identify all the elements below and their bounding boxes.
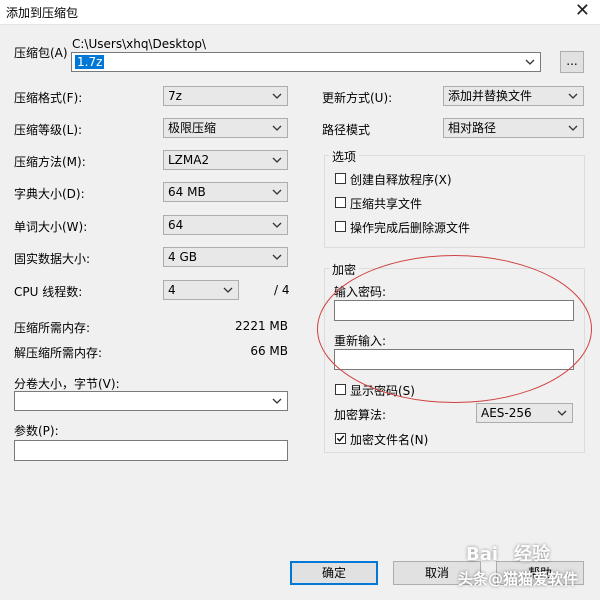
jingyan-text: 经验 [514, 544, 551, 565]
method-label: 压缩方法(M): [14, 155, 86, 169]
decompress-memory-label: 解压缩所需内存: [14, 346, 103, 360]
chevron-down-icon[interactable] [524, 53, 536, 71]
close-icon[interactable]: ✕ [575, 1, 590, 21]
chevron-down-icon [271, 151, 283, 169]
archive-name-value: 1.7z [75, 55, 105, 69]
encrypt-names-checkbox[interactable] [335, 433, 346, 444]
cpu-value: 4 [168, 283, 176, 297]
show-password-checkbox[interactable] [335, 384, 346, 395]
archive-name-combo[interactable]: 1.7z [71, 52, 541, 72]
delete-after-label: 操作完成后删除源文件 [350, 221, 471, 235]
encrypt-names-label: 加密文件名(N) [350, 433, 429, 447]
update-label: 更新方式(U): [322, 91, 393, 105]
window-title: 添加到压缩包 [6, 6, 79, 20]
encryption-title: 加密 [329, 261, 360, 278]
chevron-down-icon [271, 119, 283, 137]
split-select[interactable] [14, 391, 288, 411]
chevron-down-icon [222, 281, 234, 299]
split-label: 分卷大小，字节(V): [14, 377, 120, 391]
level-label: 压缩等级(L): [14, 123, 83, 137]
baidu-watermark: Bai 经验 [466, 540, 550, 566]
method-select[interactable]: LZMA2 [163, 150, 288, 170]
encryption-method-select[interactable]: AES-256 [476, 403, 573, 423]
delete-after-checkbox[interactable] [335, 221, 346, 232]
baidu-text: Bai [466, 544, 499, 565]
title-bar [0, 0, 600, 25]
format-label: 压缩格式(F): [14, 91, 83, 105]
solid-size-select[interactable]: 4 GB [163, 247, 288, 267]
params-label: 参数(P): [14, 424, 59, 438]
format-value: 7z [168, 89, 182, 103]
browse-button[interactable]: ... [560, 51, 584, 73]
word-size-select[interactable]: 64 [163, 215, 288, 235]
pathmode-value: 相对路径 [448, 121, 497, 135]
ok-button[interactable]: 确定 [290, 561, 378, 585]
cpu-select[interactable]: 4 [163, 280, 239, 300]
compress-memory-value: 2221 MB [235, 319, 288, 333]
sfx-checkbox[interactable] [335, 173, 346, 184]
encryption-method-label: 加密算法: [334, 408, 387, 422]
params-input[interactable] [14, 440, 288, 461]
author-watermark: 头条@猫猫爱软件 [458, 570, 579, 588]
compress-memory-label: 压缩所需内存: [14, 321, 91, 335]
pathmode-select[interactable]: 相对路径 [443, 118, 584, 138]
encryption-method-value: AES-256 [481, 406, 532, 420]
chevron-down-icon [567, 119, 579, 137]
annotation-ellipse [317, 255, 592, 403]
decompress-memory-value: 66 MB [250, 344, 288, 358]
dictionary-select[interactable]: 64 MB [163, 182, 288, 202]
update-value: 添加并替换文件 [448, 89, 533, 103]
method-value: LZMA2 [168, 153, 210, 167]
archive-path: C:\Users\xhq\Desktop\ [72, 37, 207, 51]
sfx-label: 创建自释放程序(X) [350, 173, 452, 187]
chevron-down-icon [271, 183, 283, 201]
checkmark-icon [336, 435, 345, 442]
dictionary-value: 64 MB [168, 185, 206, 199]
chevron-down-icon [271, 392, 283, 410]
chevron-down-icon [271, 248, 283, 266]
update-select[interactable]: 添加并替换文件 [443, 86, 584, 106]
cpu-total: / 4 [274, 283, 290, 297]
solid-size-label: 固实数据大小: [14, 252, 91, 266]
archive-label: 压缩包(A) [14, 46, 68, 60]
cpu-label: CPU 线程数: [14, 285, 83, 299]
word-size-label: 单词大小(W): [14, 220, 88, 234]
shared-files-label: 压缩共享文件 [350, 197, 423, 211]
shared-files-checkbox[interactable] [335, 197, 346, 208]
options-title: 选项 [329, 148, 360, 165]
dictionary-label: 字典大小(D): [14, 187, 85, 201]
chevron-down-icon [556, 404, 568, 422]
level-value: 极限压缩 [168, 121, 217, 135]
word-size-value: 64 [168, 218, 184, 232]
chevron-down-icon [271, 87, 283, 105]
level-select[interactable]: 极限压缩 [163, 118, 288, 138]
chevron-down-icon [271, 216, 283, 234]
format-select[interactable]: 7z [163, 86, 288, 106]
chevron-down-icon [567, 87, 579, 105]
solid-size-value: 4 GB [168, 250, 197, 264]
pathmode-label: 路径模式 [322, 123, 371, 137]
